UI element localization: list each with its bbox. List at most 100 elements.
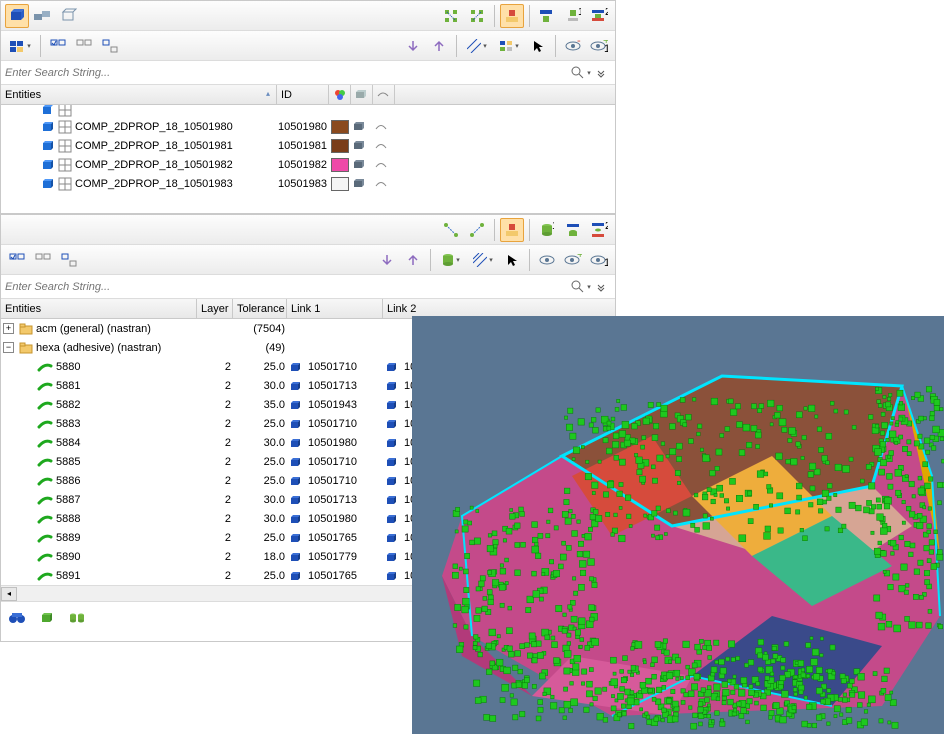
link-cube-icon: [385, 513, 397, 525]
arrow-down-button[interactable]: [401, 34, 425, 58]
top-search-row: ▾: [1, 61, 615, 85]
cylinder-dd-button[interactable]: ▾: [436, 248, 466, 272]
bottom-search-input[interactable]: [5, 277, 571, 297]
header-tolerance[interactable]: Tolerance: [233, 299, 287, 318]
pattern-btn-2[interactable]: [465, 218, 489, 242]
collapse-button[interactable]: −: [3, 342, 14, 353]
row-layer: 2: [225, 399, 231, 411]
header-entities[interactable]: Entities▴: [1, 85, 277, 104]
hatch-dd-button[interactable]: ▾: [468, 248, 498, 272]
layer-stack-button[interactable]: 2: [587, 4, 611, 28]
header-misc[interactable]: [373, 85, 395, 104]
color-swatch[interactable]: [331, 177, 349, 191]
link-cube-icon: [385, 380, 397, 392]
chk-2-button[interactable]: [31, 248, 55, 272]
row-link1: 10501779: [308, 551, 357, 563]
header-color[interactable]: [329, 85, 351, 104]
pattern-1-button[interactable]: [439, 4, 463, 28]
top-search-input[interactable]: [5, 63, 571, 83]
layer-green-button[interactable]: 1: [561, 4, 585, 28]
link-cube-icon: [289, 361, 301, 373]
row-id: 5880: [56, 361, 80, 373]
row-layer: 2: [225, 494, 231, 506]
expand-button[interactable]: +: [3, 323, 14, 334]
table-row[interactable]: COMP_2DPROP_18_10501981 10501981: [1, 136, 615, 155]
cursor-select-button[interactable]: [526, 34, 550, 58]
row-id: 5888: [56, 513, 80, 525]
chk-1-button[interactable]: [5, 248, 29, 272]
check-invert-button[interactable]: [98, 34, 122, 58]
row-tolerance: 25.0: [264, 532, 285, 544]
curve-icon: [375, 140, 387, 152]
collapse-icon-2[interactable]: [591, 277, 611, 297]
search-icon-2[interactable]: ▾: [571, 277, 591, 297]
model-viewport[interactable]: [412, 316, 944, 734]
scroll-left-button[interactable]: ◂: [1, 587, 17, 601]
link-cube-icon: [385, 494, 397, 506]
header-entities-2[interactable]: Entities: [1, 299, 197, 318]
transparent-cube-button[interactable]: [57, 4, 81, 28]
multi-cube-button[interactable]: [31, 4, 55, 28]
chk-3-button[interactable]: [57, 248, 81, 272]
pattern-2-button[interactable]: [465, 4, 489, 28]
comp-icon: [41, 120, 55, 134]
row-tolerance: 25.0: [264, 361, 285, 373]
view-cube-button[interactable]: [5, 4, 29, 28]
table-row[interactable]: COMP_2DPROP_18_10501982 10501982: [1, 155, 615, 174]
curve-icon: [375, 121, 387, 133]
row-tolerance: 25.0: [264, 475, 285, 487]
header-id[interactable]: ID: [277, 85, 329, 104]
mode-box-button[interactable]: [500, 4, 524, 28]
eye-pm-2-button[interactable]: +/-: [561, 248, 585, 272]
mesh-cube-icon: [353, 140, 365, 152]
table-row[interactable]: COMP_2DPROP_18_10501983 10501983: [1, 174, 615, 193]
hatch-dropdown-button[interactable]: ▾: [462, 34, 492, 58]
row-layer: 2: [225, 551, 231, 563]
row-link1: 10501713: [308, 494, 357, 506]
down-arrow-button[interactable]: [375, 248, 399, 272]
top-table-header: Entities▴ ID: [1, 85, 615, 105]
layer-blue-button[interactable]: [535, 4, 559, 28]
grid-dropdown-button[interactable]: ▾: [494, 34, 524, 58]
cursor-button-2[interactable]: [500, 248, 524, 272]
row-layer: 2: [225, 532, 231, 544]
collapse-icon[interactable]: [591, 63, 611, 83]
check-all-button[interactable]: [46, 34, 70, 58]
link-cube-icon: [385, 456, 397, 468]
sel-mode-button[interactable]: [500, 218, 524, 242]
cyl-top-button[interactable]: [561, 218, 585, 242]
green-cube-icon[interactable]: [35, 606, 59, 630]
eye-minus-2-button[interactable]: [535, 248, 559, 272]
eye-minus-button[interactable]: -: [561, 34, 585, 58]
eye-plus-button[interactable]: +/-1: [587, 34, 611, 58]
up-arrow-button[interactable]: [401, 248, 425, 272]
green-cylinders-icon[interactable]: [65, 606, 89, 630]
cyl-1-button[interactable]: 1: [535, 218, 559, 242]
table-row[interactable]: [1, 105, 615, 117]
header-mesh[interactable]: [351, 85, 373, 104]
header-layer[interactable]: Layer: [197, 299, 233, 318]
row-link1: 10501710: [308, 456, 357, 468]
arrow-up-button[interactable]: [427, 34, 451, 58]
row-tolerance: 30.0: [264, 494, 285, 506]
table-row[interactable]: COMP_2DPROP_18_10501980 10501980: [1, 117, 615, 136]
svg-text:+/-: +/-: [577, 254, 582, 261]
top-toolbar-row-1: 1 2: [1, 1, 615, 31]
row-id: 5885: [56, 456, 80, 468]
row-id: 5884: [56, 437, 80, 449]
connector-icon: [37, 570, 53, 582]
color-swatch[interactable]: [331, 139, 349, 153]
cyl-stack-button[interactable]: 2: [587, 218, 611, 242]
header-entities-label: Entities: [5, 89, 41, 101]
pattern-btn-1[interactable]: [439, 218, 463, 242]
color-swatch[interactable]: [331, 158, 349, 172]
eye-1-button[interactable]: 1: [587, 248, 611, 272]
row-tolerance: 25.0: [264, 456, 285, 468]
header-link1[interactable]: Link 1: [287, 299, 383, 318]
binoculars-icon[interactable]: [5, 606, 29, 630]
check-none-button[interactable]: [72, 34, 96, 58]
color-swatch[interactable]: [331, 120, 349, 134]
row-name: COMP_2DPROP_18_10501983: [75, 178, 233, 190]
search-icon[interactable]: ▾: [571, 63, 591, 83]
panels-dropdown-button[interactable]: ▾: [5, 34, 35, 58]
